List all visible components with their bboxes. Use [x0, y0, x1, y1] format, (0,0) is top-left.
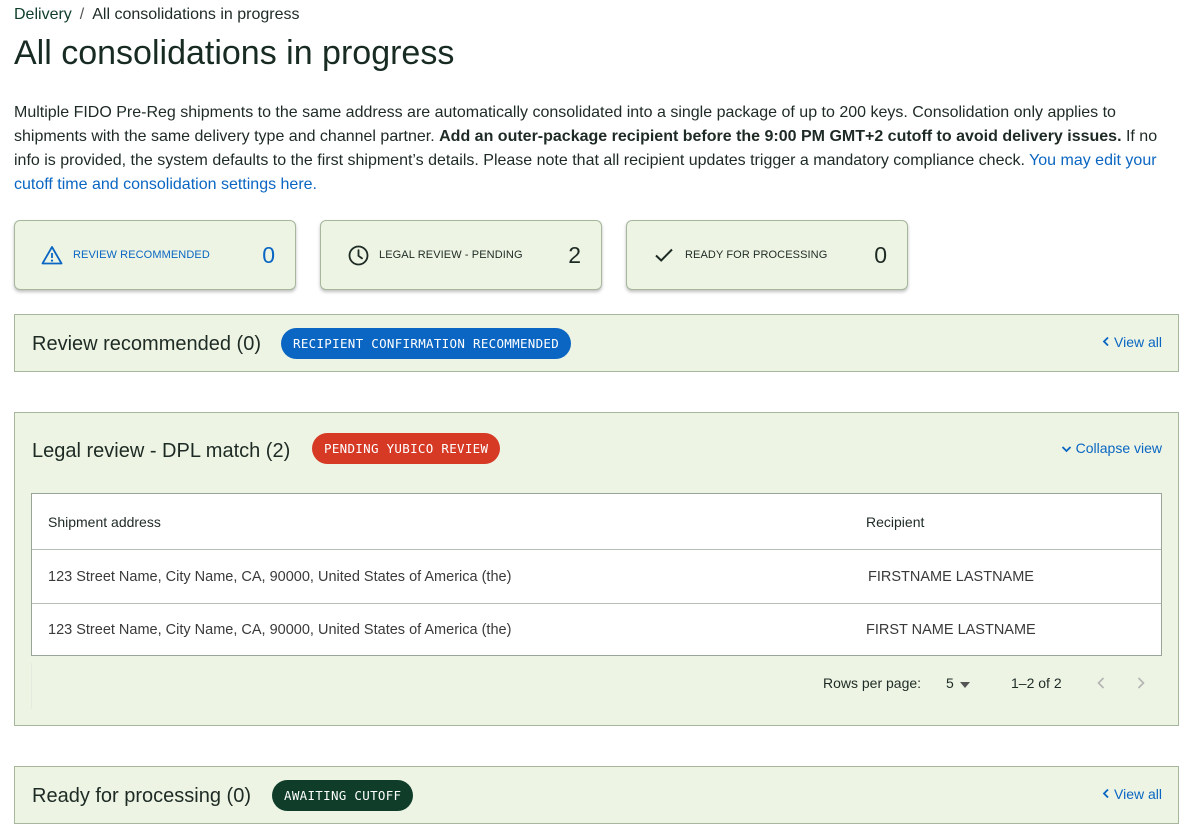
status-card-count: 0	[874, 241, 887, 268]
caret-down-icon	[959, 675, 970, 691]
view-all-button[interactable]: View all	[1102, 334, 1162, 350]
breadcrumb: Delivery / All consolidations in progress	[14, 6, 299, 24]
section-title: Legal review - DPL match (2)	[32, 440, 291, 462]
view-all-button[interactable]: View all	[1102, 786, 1162, 802]
section-title: Review recommended (0)	[32, 333, 261, 355]
chevron-left-icon	[1097, 676, 1105, 692]
rows-per-page-select[interactable]: 5	[946, 675, 970, 691]
next-page-button[interactable]	[1130, 673, 1152, 695]
status-card-review-recommended[interactable]: REVIEW RECOMMENDED 0	[14, 220, 296, 290]
rows-per-page-label: Rows per page:	[823, 675, 922, 691]
clock-icon	[347, 244, 369, 266]
pagination-range: 1–2 of 2	[1011, 675, 1062, 691]
chevron-down-icon	[1061, 440, 1072, 456]
chevron-right-icon	[1137, 676, 1145, 692]
breadcrumb-separator: /	[79, 6, 85, 23]
chevron-left-icon	[1102, 786, 1110, 802]
recipient-cell: FIRSTNAME LASTNAME	[868, 568, 1034, 585]
table-header: Shipment address Recipient	[32, 494, 1161, 550]
breadcrumb-link-delivery[interactable]: Delivery	[14, 6, 72, 23]
collapse-view-button[interactable]: Collapse view	[1061, 440, 1162, 456]
status-card-count: 0	[262, 241, 275, 268]
recipient-cell: FIRST NAME LASTNAME	[866, 622, 1036, 638]
warning-triangle-icon	[41, 244, 63, 266]
status-card-label: READY FOR PROCESSING	[685, 249, 828, 261]
status-card-count: 2	[568, 241, 581, 268]
status-card-label: REVIEW RECOMMENDED	[73, 249, 210, 261]
shipment-address-cell: 123 Street Name, City Name, CA, 90000, U…	[48, 622, 512, 638]
shipment-address-cell: 123 Street Name, City Name, CA, 90000, U…	[48, 568, 512, 585]
view-all-label: View all	[1114, 334, 1162, 350]
status-card-label: LEGAL REVIEW - PENDING	[379, 249, 523, 261]
collapse-view-label: Collapse view	[1075, 440, 1162, 456]
status-pill: RECIPIENT CONFIRMATION RECOMMENDED	[281, 328, 572, 359]
column-header-recipient[interactable]: Recipient	[866, 514, 924, 530]
status-card-ready-for-processing[interactable]: READY FOR PROCESSING 0	[626, 220, 908, 290]
section-review-recommended: Review recommended (0) RECIPIENT CONFIRM…	[14, 314, 1179, 372]
status-card-legal-review-pending[interactable]: LEGAL REVIEW - PENDING 2	[320, 220, 602, 290]
table-pagination: Rows per page: 5 1–2 of 2	[31, 663, 1162, 709]
intro-paragraph: Multiple FIDO Pre-Reg shipments to the s…	[14, 101, 1178, 197]
page-title: All consolidations in progress	[14, 34, 455, 72]
section-ready-for-processing: Ready for processing (0) AWAITING CUTOFF…	[14, 766, 1179, 824]
table-row[interactable]: 123 Street Name, City Name, CA, 90000, U…	[32, 603, 1161, 656]
chevron-left-icon	[1102, 334, 1110, 350]
status-pill: AWAITING CUTOFF	[272, 780, 414, 811]
column-header-shipment-address[interactable]: Shipment address	[48, 514, 161, 530]
rows-per-page-value: 5	[946, 675, 954, 691]
checkmark-icon	[653, 244, 675, 266]
dpl-match-table: Shipment address Recipient 123 Street Na…	[31, 493, 1162, 656]
table-row[interactable]: 123 Street Name, City Name, CA, 90000, U…	[32, 550, 1161, 603]
section-title: Ready for processing (0)	[32, 785, 251, 807]
status-pill: PENDING YUBICO REVIEW	[312, 433, 501, 464]
breadcrumb-current: All consolidations in progress	[92, 6, 300, 23]
previous-page-button[interactable]	[1090, 673, 1112, 695]
intro-cutoff-warning: Add an outer-package recipient before th…	[439, 128, 1122, 145]
view-all-label: View all	[1114, 786, 1162, 802]
section-legal-review: Legal review - DPL match (2) PENDING YUB…	[14, 412, 1179, 726]
